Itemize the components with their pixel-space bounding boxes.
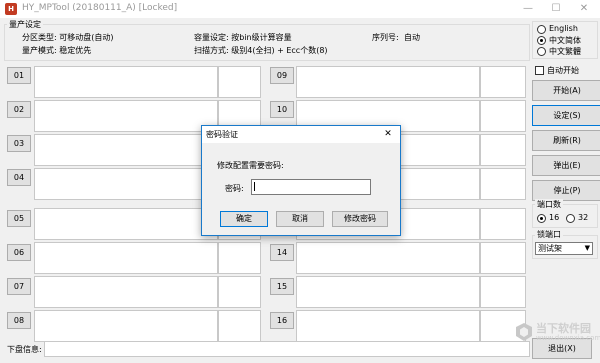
port-slot-15-status (480, 276, 526, 308)
port-button-01[interactable]: 01 (7, 67, 31, 84)
port-slot-08-status (218, 310, 261, 342)
port-slot-08-main (34, 310, 218, 342)
port-slot-04-main (34, 168, 218, 200)
language-label-traditional: 中文繁體 (549, 47, 581, 56)
port-button-06[interactable]: 06 (7, 244, 31, 261)
text-cursor (254, 182, 255, 191)
lock-port-select[interactable]: 测试架 ▼ (535, 242, 593, 255)
port-button-15[interactable]: 15 (270, 278, 294, 295)
port-slot-01-main (34, 66, 218, 98)
stop-button[interactable]: 停止(P) (532, 180, 600, 201)
port-slot-16-main (296, 310, 480, 342)
port-button-16[interactable]: 16 (270, 312, 294, 329)
port-slot-07-status (218, 276, 261, 308)
lock-port-label: 锁端口 (535, 229, 563, 240)
port-button-03[interactable]: 03 (7, 135, 31, 152)
port-count-radio-16[interactable] (537, 214, 546, 223)
language-radio-simplified[interactable] (537, 36, 546, 45)
port-slot-09-status (480, 66, 526, 98)
auto-start-label: 自动开始 (547, 66, 579, 75)
port-slot-03-main (34, 134, 218, 166)
port-slot-10-status (480, 100, 526, 132)
dialog-ok-button[interactable]: 确定 (220, 211, 268, 227)
port-slot-11-status (480, 134, 526, 166)
port-count-label: 端口数 (535, 199, 563, 210)
dialog-close-button[interactable]: ✕ (380, 128, 396, 141)
port-slot-06-status (218, 242, 261, 274)
password-dialog: 密码验证 ✕ 修改配置需要密码: 密码: 确定 取消 修改密码 (201, 125, 401, 236)
maximize-button[interactable]: ☐ (542, 0, 570, 18)
port-slot-02-main (34, 100, 218, 132)
port-button-07[interactable]: 07 (7, 278, 31, 295)
partition-type-label: 分区类型: 可移动盘(自动) (22, 33, 114, 42)
scan-label: 扫描方式: 级别4(全扫) + Ecc个数(8) (194, 46, 328, 55)
port-count-radio-32[interactable] (566, 214, 575, 223)
language-radio-english[interactable] (537, 25, 546, 34)
port-button-14[interactable]: 14 (270, 244, 294, 261)
app-icon: H (5, 3, 17, 15)
eject-button[interactable]: 弹出(E) (532, 155, 600, 176)
capacity-label: 容量设定: 按bin级计算容量 (194, 33, 292, 42)
language-label-english: English (549, 24, 578, 33)
watermark-logo-icon (516, 323, 532, 341)
port-button-10[interactable]: 10 (270, 101, 294, 118)
port-button-09[interactable]: 09 (270, 67, 294, 84)
port-slot-12-status (480, 168, 526, 200)
minimize-button[interactable]: — (514, 0, 542, 18)
port-button-05[interactable]: 05 (7, 210, 31, 227)
port-slot-05-main (34, 208, 218, 240)
port-slot-09-main (296, 66, 480, 98)
serial-label: 序列号: (372, 33, 399, 42)
close-button[interactable]: ✕ (570, 0, 598, 18)
lock-port-select-value: 测试架 (538, 244, 562, 253)
port-slot-13-status (480, 208, 526, 240)
port-button-02[interactable]: 02 (7, 101, 31, 118)
refresh-button[interactable]: 刷新(R) (532, 130, 600, 151)
dialog-prompt: 修改配置需要密码: (217, 161, 284, 170)
port-slot-07-main (34, 276, 218, 308)
serial-value: 自动 (404, 33, 420, 42)
chevron-down-icon: ▼ (584, 244, 590, 252)
language-radio-traditional[interactable] (537, 47, 546, 56)
dialog-change-password-button[interactable]: 修改密码 (332, 211, 388, 227)
start-button[interactable]: 开始(A) (532, 80, 600, 101)
port-slot-14-status (480, 242, 526, 274)
auto-start-checkbox[interactable] (535, 66, 544, 75)
password-input[interactable] (251, 179, 371, 195)
port-button-08[interactable]: 08 (7, 312, 31, 329)
port-slot-15-main (296, 276, 480, 308)
port-slot-06-main (34, 242, 218, 274)
port-count-label-32: 32 (578, 213, 589, 222)
port-slot-14-main (296, 242, 480, 274)
mode-label: 量产模式: 稳定优先 (22, 46, 92, 55)
settings-button[interactable]: 设定(S) (532, 105, 600, 126)
settings-group-label: 量产设定 (7, 19, 43, 30)
language-label-simplified: 中文简体 (549, 36, 581, 45)
dialog-title: 密码验证 (206, 130, 238, 139)
disk-info-field (44, 341, 530, 357)
dialog-cancel-button[interactable]: 取消 (276, 211, 324, 227)
watermark-site: www.downxia.com (536, 334, 600, 342)
port-slot-01-status (218, 66, 261, 98)
disk-info-label: 下盘信息: (7, 345, 42, 354)
port-button-04[interactable]: 04 (7, 169, 31, 186)
port-count-label-16: 16 (549, 213, 560, 222)
window-title: HY_MPTool (20180111_A) [Locked] (22, 3, 178, 13)
password-label: 密码: (225, 184, 244, 193)
